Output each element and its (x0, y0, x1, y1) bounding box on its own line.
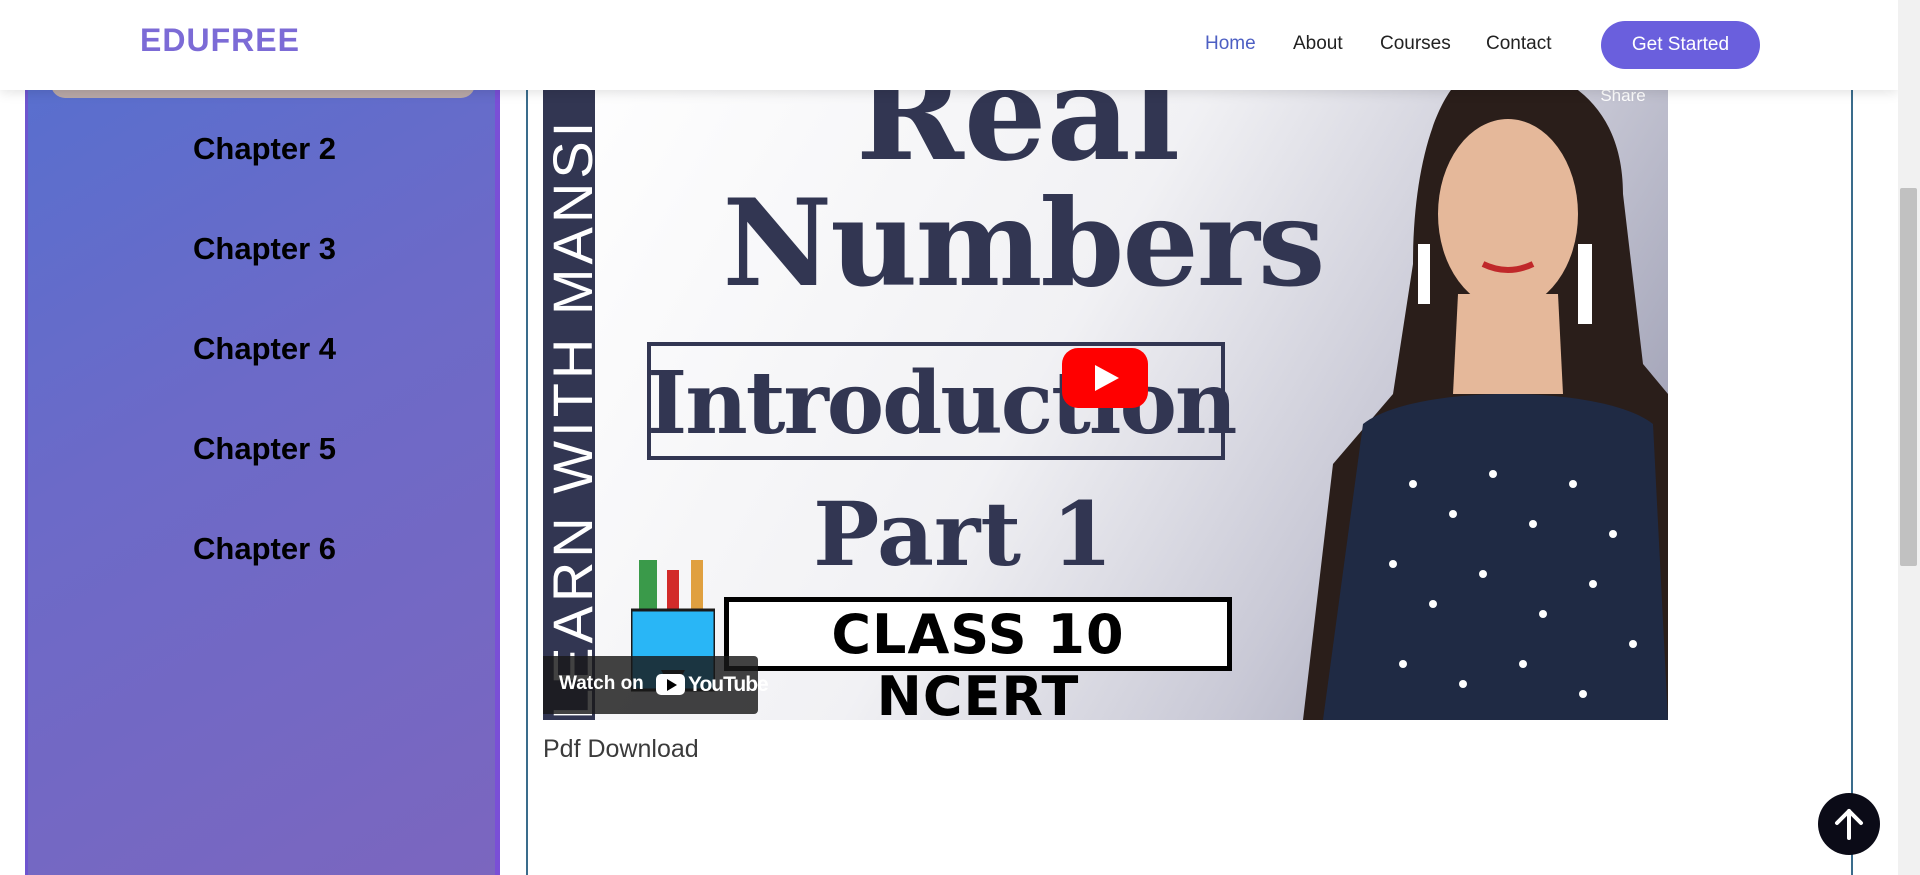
watch-on-youtube-button[interactable]: Watch on YouTube (543, 656, 769, 714)
chapter-link[interactable]: Chapter 4 (193, 331, 393, 367)
nav-about[interactable]: About (1293, 33, 1343, 55)
youtube-logo-icon (656, 674, 685, 695)
chapter-link[interactable]: Chapter 6 (193, 531, 393, 567)
youtube-embed[interactable]: LEARN WITH MANSI Real Numbers Introducti… (543, 64, 1668, 720)
thumbnail-side-strip: LEARN WITH MANSI (543, 64, 604, 720)
watch-on-label: Watch on (559, 673, 644, 694)
nav-courses[interactable]: Courses (1380, 33, 1451, 55)
thumbnail-title-line4: Part 1 (813, 482, 1113, 586)
chapter-link[interactable]: Chapter 2 (193, 131, 393, 167)
get-started-button[interactable]: Get Started (1601, 21, 1760, 69)
chapter-sidebar: Chapter 2 Chapter 3 Chapter 4 Chapter 5 … (25, 0, 500, 875)
chapter-link[interactable]: Chapter 3 (193, 231, 393, 267)
thumbnail-title-line5: CLASS 10 NCERT (831, 603, 1125, 721)
arrow-up-icon (1835, 809, 1863, 840)
nav-contact[interactable]: Contact (1486, 33, 1551, 55)
youtube-wordmark: YouTube (688, 673, 769, 696)
site-logo[interactable]: EDUFREE (140, 22, 300, 59)
chapter-link[interactable]: Chapter 5 (193, 431, 393, 467)
page-scrollbar-thumb[interactable] (1900, 188, 1917, 566)
play-icon[interactable] (1062, 348, 1148, 408)
nav-home[interactable]: Home (1205, 33, 1256, 55)
back-to-top-button[interactable] (1818, 793, 1880, 855)
top-navbar: EDUFREE Home About Courses Contact Get S… (0, 0, 1898, 90)
presenter-image (1303, 64, 1668, 720)
pdf-download-link[interactable]: Pdf Download (543, 735, 699, 764)
thumbnail-strip-text: LEARN WITH MANSI (543, 117, 604, 720)
